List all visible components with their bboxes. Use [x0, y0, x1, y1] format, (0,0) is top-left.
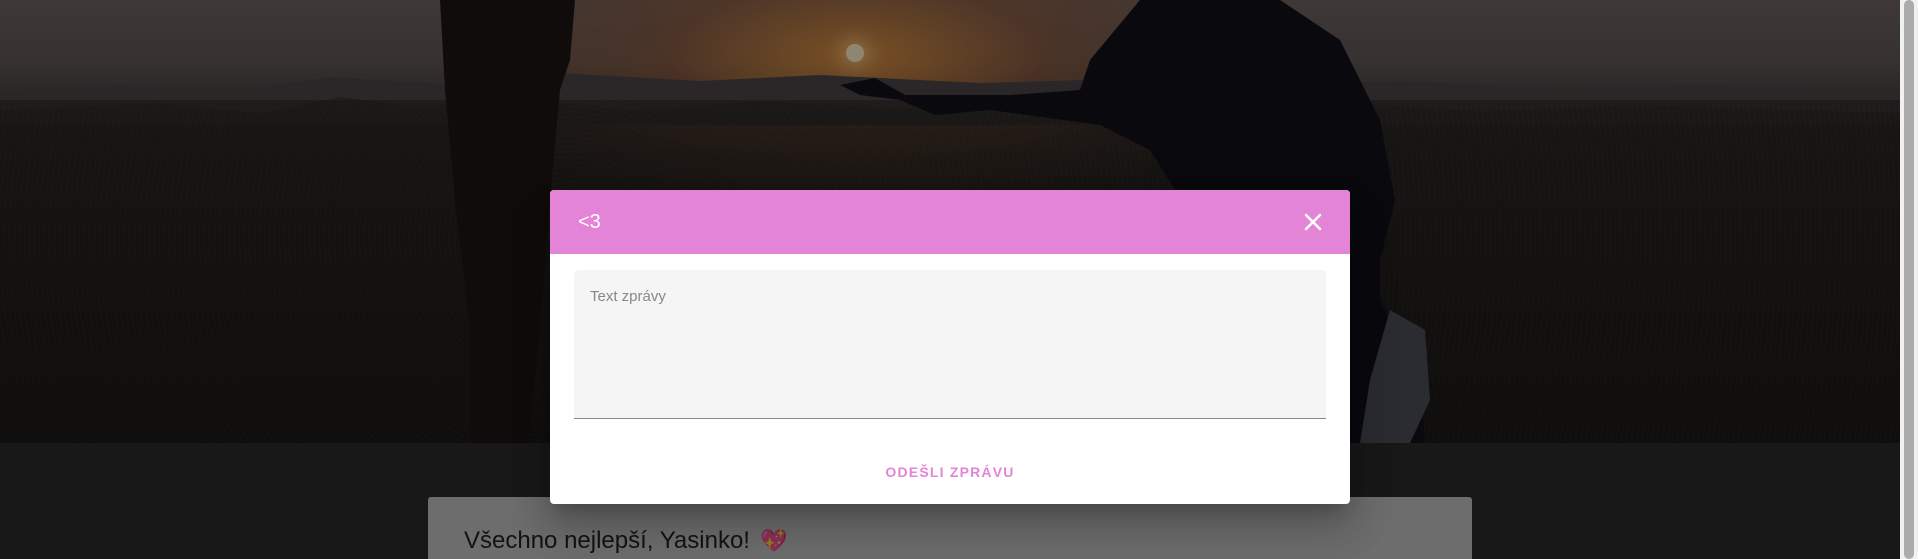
close-button[interactable] [1298, 207, 1328, 237]
page-scrollbar[interactable] [1900, 0, 1918, 559]
dialog-title: <3 [578, 211, 601, 233]
message-dialog: <3 ODEŠLI ZPRÁVU [550, 190, 1350, 504]
message-input[interactable] [574, 270, 1326, 418]
dialog-header: <3 [550, 190, 1350, 254]
close-icon [1304, 213, 1322, 231]
message-field [574, 270, 1326, 419]
dialog-actions: ODEŠLI ZPRÁVU [550, 440, 1350, 504]
send-message-button[interactable]: ODEŠLI ZPRÁVU [869, 456, 1030, 488]
dialog-body [550, 254, 1350, 419]
scrollbar-thumb[interactable] [1904, 0, 1914, 559]
